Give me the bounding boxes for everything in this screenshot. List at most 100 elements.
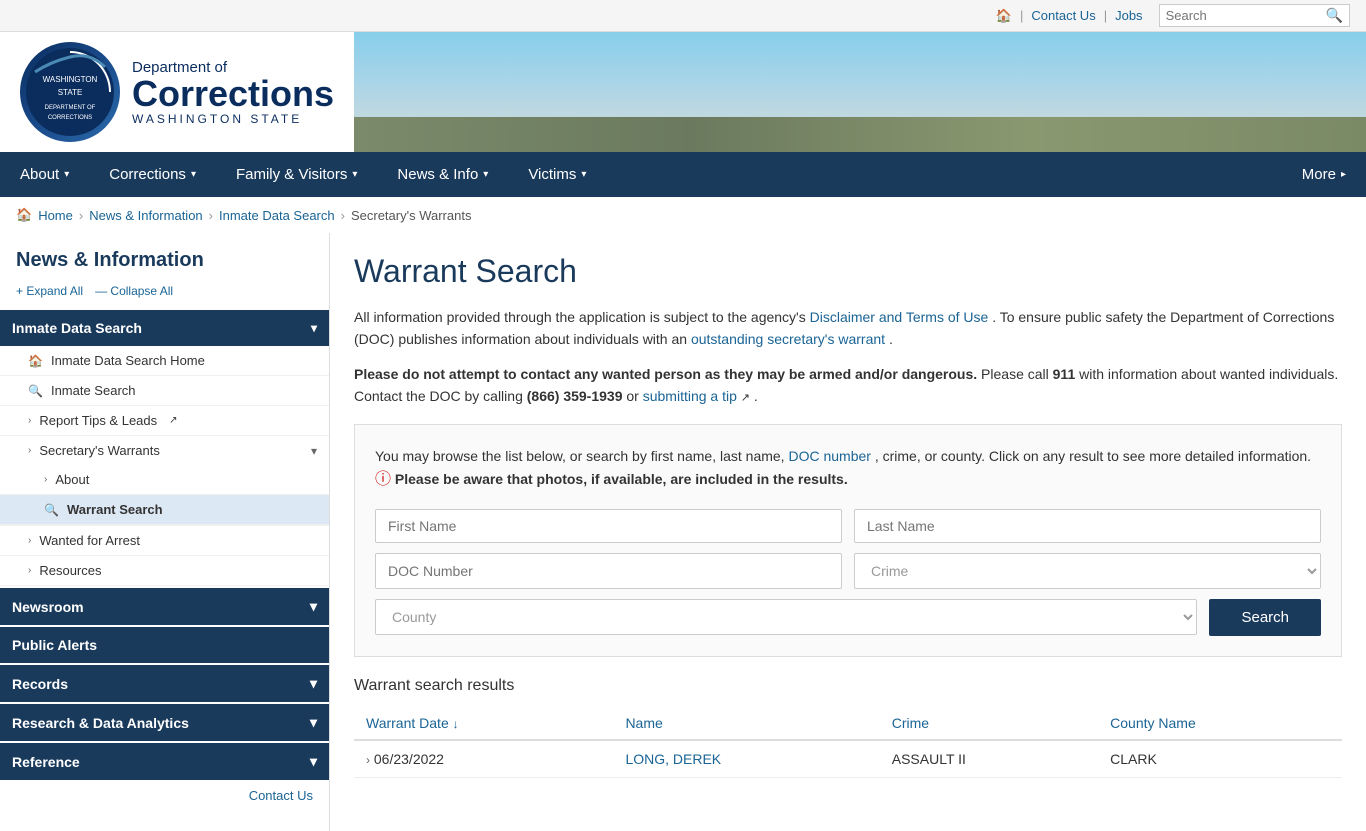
sidebar-group-resources: › Resources [0, 556, 329, 586]
sidebar-group-warrants: › Secretary's Warrants ▾ › About 🔍 Warra… [0, 436, 329, 526]
utility-search-button[interactable]: 🔍 [1326, 7, 1343, 24]
svg-text:WASHINGTON: WASHINGTON [43, 75, 98, 84]
nav-corrections[interactable]: Corrections ▾ [89, 152, 216, 197]
utility-search-input[interactable] [1166, 8, 1326, 23]
sidebar-item-warrants[interactable]: › Secretary's Warrants ▾ [0, 436, 329, 465]
main-content: Warrant Search All information provided … [330, 233, 1366, 831]
home-breadcrumb-icon: 🏠 [16, 207, 32, 223]
breadcrumb: 🏠 Home › News & Information › Inmate Dat… [0, 197, 1366, 233]
nav-more[interactable]: More ▸ [1282, 152, 1366, 197]
nav-family-visitors[interactable]: Family & Visitors ▾ [216, 152, 377, 197]
nav-victims-arrow: ▾ [581, 169, 586, 180]
warning-phone2: (866) 359-1939 [527, 388, 623, 404]
row-name-link[interactable]: LONG, DEREK [625, 751, 721, 767]
expand-collapse-bar: + Expand All — Collapse All [0, 280, 329, 310]
logo-state: WASHINGTON STATE [132, 112, 334, 126]
sidebar-item-about-label: About [55, 472, 89, 487]
search-sidebar-icon: 🔍 [28, 384, 43, 398]
warning-text-4: . [754, 388, 758, 404]
warning-bold: Please do not attempt to contact any wan… [354, 366, 977, 382]
photo-warning: Please be aware that photos, if availabl… [395, 471, 848, 487]
warning-paragraph: Please do not attempt to contact any wan… [354, 363, 1342, 408]
nav-news-info[interactable]: News & Info ▾ [377, 152, 508, 197]
warrants-chevron: ▾ [311, 444, 317, 458]
warrant-link[interactable]: outstanding secretary's warrant [691, 331, 885, 347]
sidebar-item-inmate-home[interactable]: 🏠 Inmate Data Search Home [0, 346, 329, 376]
col-name[interactable]: Name [613, 707, 879, 740]
tips-expand-icon: › [28, 415, 31, 426]
nav-more-arrow: ▸ [1341, 169, 1346, 180]
sidebar-public-alerts-label: Public Alerts [12, 637, 97, 653]
row-county: CLARK [1098, 740, 1342, 778]
main-nav: About ▾ Corrections ▾ Family & Visitors … [0, 152, 1366, 197]
bc-sep1: › [79, 208, 83, 223]
jobs-link[interactable]: Jobs [1115, 8, 1142, 23]
sidebar-item-inmate-search[interactable]: 🔍 Inmate Search [0, 376, 329, 406]
nav-about-arrow: ▾ [64, 169, 69, 180]
separator2: | [1104, 8, 1107, 23]
sidebar-section-newsroom[interactable]: Newsroom ▾ [0, 588, 329, 625]
results-section: Warrant search results Warrant Date ↓ Na… [354, 677, 1342, 778]
sidebar-newsroom-label: Newsroom [12, 599, 84, 615]
doc-number-link[interactable]: DOC number [788, 448, 870, 464]
sidebar-item-tips[interactable]: › Report Tips & Leads ↗ [0, 406, 329, 435]
search-button[interactable]: Search [1209, 599, 1321, 636]
sidebar-item-warrant-search-label: Warrant Search [67, 502, 163, 517]
home-icon[interactable]: 🏠 [996, 8, 1012, 24]
separator: | [1020, 8, 1023, 23]
header-banner: WASHINGTON STATE DEPARTMENT OF CORRECTIO… [0, 32, 1366, 152]
expand-all-link[interactable]: + Expand All [16, 284, 83, 298]
home-sidebar-icon: 🏠 [28, 354, 43, 368]
first-name-input[interactable] [375, 509, 842, 543]
about-expand-icon: › [44, 474, 47, 485]
row-expand-icon[interactable]: › [366, 753, 370, 767]
col-county[interactable]: County Name [1098, 707, 1342, 740]
research-chevron: ▾ [310, 714, 317, 731]
bc-sep3: › [341, 208, 345, 223]
sidebar-reference-label: Reference [12, 754, 80, 770]
nav-victims[interactable]: Victims ▾ [508, 152, 606, 197]
sidebar-section-reference[interactable]: Reference ▾ [0, 743, 329, 780]
sidebar-section-inmate[interactable]: Inmate Data Search ▾ [0, 310, 329, 346]
header-logo: WASHINGTON STATE DEPARTMENT OF CORRECTIO… [0, 32, 354, 152]
reference-chevron: ▾ [310, 753, 317, 770]
search-instr-1: You may browse the list below, or search… [375, 448, 785, 464]
doc-number-input[interactable] [375, 553, 842, 589]
col-crime[interactable]: Crime [880, 707, 1098, 740]
main-layout: News & Information + Expand All — Collap… [0, 233, 1366, 831]
sidebar-section-inmate-label: Inmate Data Search [12, 320, 142, 336]
sidebar-contact-us[interactable]: Contact Us [0, 780, 329, 811]
submit-tip-link[interactable]: submitting a tip [643, 388, 737, 404]
nav-family-arrow: ▾ [352, 169, 357, 180]
sidebar-item-warrant-search[interactable]: 🔍 Warrant Search [0, 495, 329, 525]
sidebar-group-wanted: › Wanted for Arrest [0, 526, 329, 556]
sidebar-section-research[interactable]: Research & Data Analytics ▾ [0, 704, 329, 741]
crime-select[interactable]: Crime [854, 553, 1321, 589]
sidebar-section-public-alerts[interactable]: Public Alerts [0, 627, 329, 663]
col-warrant-date[interactable]: Warrant Date ↓ [354, 707, 613, 740]
info-icon: ⓘ [375, 471, 391, 488]
intro-paragraph: All information provided through the app… [354, 306, 1342, 351]
sidebar-item-resources[interactable]: › Resources [0, 556, 329, 585]
last-name-input[interactable] [854, 509, 1321, 543]
breadcrumb-news[interactable]: News & Information [89, 208, 202, 223]
breadcrumb-inmate[interactable]: Inmate Data Search [219, 208, 335, 223]
newsroom-chevron: ▾ [310, 598, 317, 615]
sidebar-item-about[interactable]: › About [0, 465, 329, 495]
contact-us-link[interactable]: Contact Us [1031, 8, 1095, 23]
row-expand-date: › 06/23/2022 [354, 740, 613, 778]
warrant-search-icon: 🔍 [44, 503, 59, 517]
sidebar-section-records[interactable]: Records ▾ [0, 665, 329, 702]
sidebar-item-wanted[interactable]: › Wanted for Arrest [0, 526, 329, 555]
county-select[interactable]: County [375, 599, 1197, 635]
sidebar-item-resources-label: Resources [39, 563, 101, 578]
form-row-name [375, 509, 1321, 543]
collapse-all-link[interactable]: — Collapse All [95, 284, 173, 298]
breadcrumb-home[interactable]: Home [38, 208, 73, 223]
logo-svg: WASHINGTON STATE DEPARTMENT OF CORRECTIO… [25, 47, 115, 137]
svg-text:CORRECTIONS: CORRECTIONS [48, 115, 92, 121]
table-row[interactable]: › 06/23/2022 LONG, DEREK ASSAULT II CLAR… [354, 740, 1342, 778]
disclaimer-link[interactable]: Disclaimer and Terms of Use [810, 309, 989, 325]
nav-about[interactable]: About ▾ [0, 152, 89, 197]
utility-search-box: 🔍 [1159, 4, 1350, 27]
